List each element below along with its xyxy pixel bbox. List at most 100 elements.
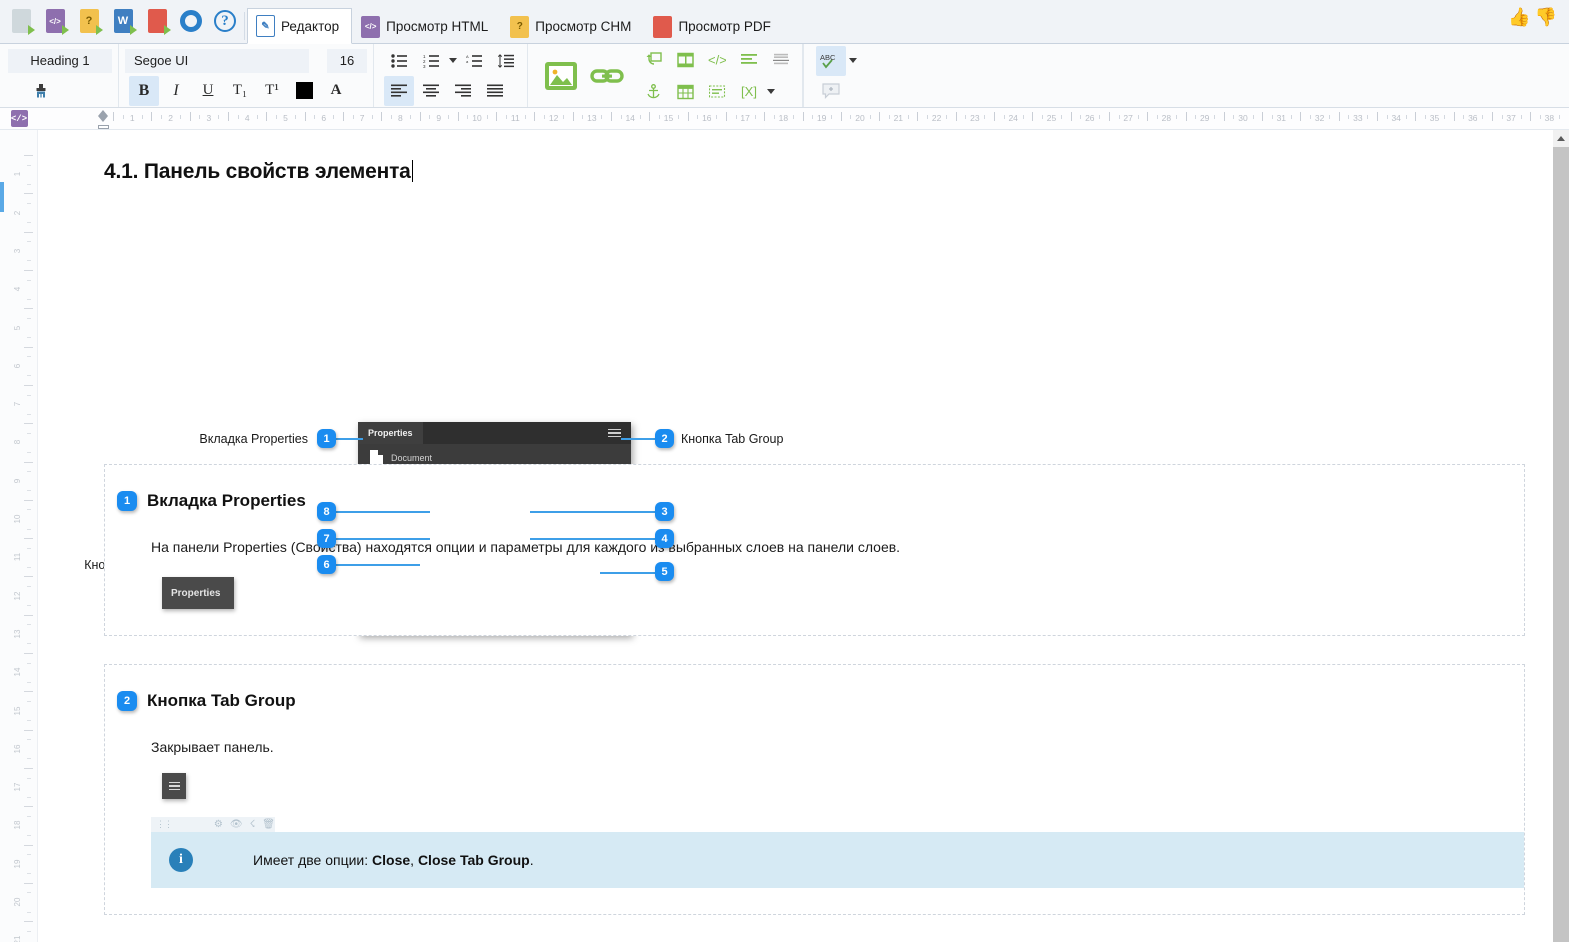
ruler-number: 28 xyxy=(1161,113,1172,123)
vertical-ruler[interactable]: 1 2 3 4 5 6 7 8 9 10 11 12 13 14 15 16 17 18 19 20 21 xyxy=(0,130,38,942)
tab-group-menu-icon[interactable] xyxy=(608,428,621,438)
insert-link-button[interactable] xyxy=(586,55,628,97)
horizontal-ruler[interactable]: 1 2 3 4 5 6 7 8 9 10 11 12 13 14 15 16 17 18 19 20 21 22 23 24 2… xyxy=(38,108,1569,129)
ruler-tick xyxy=(879,112,881,121)
section-2-title[interactable]: Кнопка Tab Group xyxy=(147,691,296,711)
ruler-tick xyxy=(27,643,31,645)
insert-dropdown-text-button[interactable] xyxy=(702,77,732,107)
insert-variable-dropdown-icon[interactable] xyxy=(767,89,775,94)
underline-button[interactable]: U xyxy=(193,76,223,106)
editor-icon: ✎ xyxy=(256,15,275,37)
help-icon[interactable]: ? xyxy=(208,2,242,40)
html-export-icon[interactable]: </> xyxy=(38,2,72,40)
pdf-export-icon[interactable] xyxy=(140,2,174,40)
insert-crossref-button[interactable] xyxy=(638,45,668,75)
ruler-tick xyxy=(295,115,297,119)
ruler-tick xyxy=(27,873,31,875)
italic-button[interactable]: I xyxy=(161,76,191,106)
align-left-button[interactable] xyxy=(384,75,414,106)
numbered-list-button[interactable]: 123 xyxy=(416,46,446,76)
insert-code-button[interactable]: </> xyxy=(702,45,732,75)
section-1-title[interactable]: Вкладка Properties xyxy=(147,491,306,511)
ruler-tick xyxy=(725,112,727,121)
insert-variable-button[interactable]: [X] xyxy=(734,77,764,107)
font-size-select[interactable]: 16 xyxy=(327,48,367,73)
tab-pdf-preview[interactable]: Просмотр PDF xyxy=(644,9,783,43)
note-toolbar[interactable]: ⋮⋮ ⚙ 👁 ☇ 🗑 xyxy=(151,817,275,832)
superscript-button[interactable]: T¹ xyxy=(257,76,287,106)
ruler-number: 30 xyxy=(1238,113,1248,123)
subscript-button[interactable]: T₁ xyxy=(225,76,255,106)
source-view-toggle[interactable]: </> xyxy=(0,108,38,129)
align-right-button[interactable] xyxy=(448,76,478,106)
document-canvas[interactable]: 4.1. Панель свойств элемента Вкладка Pro… xyxy=(38,130,1569,942)
bold-button[interactable]: B xyxy=(129,75,159,106)
ruler-tick xyxy=(534,112,536,121)
insert-video-button[interactable] xyxy=(670,45,700,75)
highlight-color-button[interactable]: A xyxy=(321,76,351,106)
align-justify-button[interactable] xyxy=(480,76,510,106)
figure-callout-marker-4[interactable]: 4 xyxy=(655,529,674,548)
text-color-button[interactable] xyxy=(289,76,319,106)
ruler-tick xyxy=(24,461,33,463)
tab-group-button-screenshot xyxy=(162,773,186,799)
format-painter-button[interactable] xyxy=(26,76,56,106)
line-spacing-button[interactable] xyxy=(491,46,521,76)
insert-image-button[interactable] xyxy=(540,55,582,97)
figure-callout-marker-5[interactable]: 5 xyxy=(655,562,674,581)
settings-gear-icon[interactable] xyxy=(174,2,208,40)
figure-callout-marker-8[interactable]: 8 xyxy=(317,502,336,521)
figure-callout-marker-7[interactable]: 7 xyxy=(317,529,336,548)
ruler-tick xyxy=(27,777,31,779)
ruler-tick xyxy=(228,112,230,121)
properties-tab[interactable]: Properties xyxy=(358,422,423,444)
spellcheck-dropdown-icon[interactable] xyxy=(849,58,857,63)
tab-html-preview[interactable]: </> Просмотр HTML xyxy=(352,9,501,43)
clipboard-icon[interactable] xyxy=(4,2,38,40)
figure-callout-marker-3[interactable]: 3 xyxy=(655,502,674,521)
note-settings-icon[interactable]: ⚙ xyxy=(214,819,223,830)
insert-pagebreak-button[interactable] xyxy=(766,45,796,75)
ruler-number: 4 xyxy=(13,286,22,292)
figure-callout-marker-2[interactable]: 2 xyxy=(655,429,674,448)
multilevel-list-button[interactable]: Aa xyxy=(459,46,489,76)
bulleted-list-button[interactable] xyxy=(384,46,414,76)
page-title[interactable]: 4.1. Панель свойств элемента xyxy=(104,160,414,184)
section-1-paragraph[interactable]: На панели Properties (Свойства) находятс… xyxy=(151,539,1524,555)
ruler-tick xyxy=(1175,115,1177,119)
spellcheck-button[interactable]: ABC xyxy=(816,45,846,76)
chm-export-icon[interactable]: ? xyxy=(72,2,106,40)
paragraph-style-select[interactable]: Heading 1 xyxy=(8,48,112,73)
info-note-text[interactable]: Имеет две опции: Close, Close Tab Group. xyxy=(253,852,534,868)
indent-marker[interactable] xyxy=(98,110,109,129)
note-share-icon[interactable]: ☇ xyxy=(250,819,256,830)
scroll-up-button[interactable] xyxy=(1553,130,1569,147)
insert-table-button[interactable] xyxy=(670,77,700,107)
section-2-paragraph[interactable]: Закрывает панель. xyxy=(151,739,1524,755)
ruler-tick xyxy=(457,112,459,121)
add-comment-button[interactable] xyxy=(816,76,846,106)
note-delete-icon[interactable]: 🗑 xyxy=(262,819,275,830)
figure-callout-marker-1[interactable]: 1 xyxy=(317,429,336,448)
ruler-number: 26 xyxy=(1085,113,1095,123)
ruler-number: 7 xyxy=(359,113,365,123)
tab-editor[interactable]: ✎ Редактор xyxy=(247,8,353,44)
align-center-button[interactable] xyxy=(416,76,446,106)
thumbs-up-icon[interactable]: 👍 xyxy=(1508,8,1530,26)
font-family-select[interactable]: Segoe UI xyxy=(125,48,309,73)
thumbs-down-icon[interactable]: 👎 xyxy=(1535,8,1557,26)
ruler-tick xyxy=(24,729,33,731)
vertical-scrollbar[interactable] xyxy=(1553,130,1569,942)
figure-callout-marker-6[interactable]: 6 xyxy=(317,555,336,574)
note-visibility-icon[interactable]: 👁 xyxy=(230,819,243,830)
ruler-tick xyxy=(24,844,33,846)
info-note-prefix: Имеет две опции: xyxy=(253,852,373,868)
drag-handle-icon[interactable]: ⋮⋮ xyxy=(156,819,173,830)
tab-chm-preview[interactable]: ? Просмотр CHM xyxy=(501,9,644,43)
insert-paragraph-button[interactable] xyxy=(734,45,764,75)
toolbar-group-insert: </> [X] xyxy=(528,44,803,107)
numbered-list-dropdown-icon[interactable] xyxy=(449,58,457,63)
figure-leader-4 xyxy=(530,538,656,540)
word-export-icon[interactable]: W xyxy=(106,2,140,40)
insert-anchor-button[interactable] xyxy=(638,77,668,107)
